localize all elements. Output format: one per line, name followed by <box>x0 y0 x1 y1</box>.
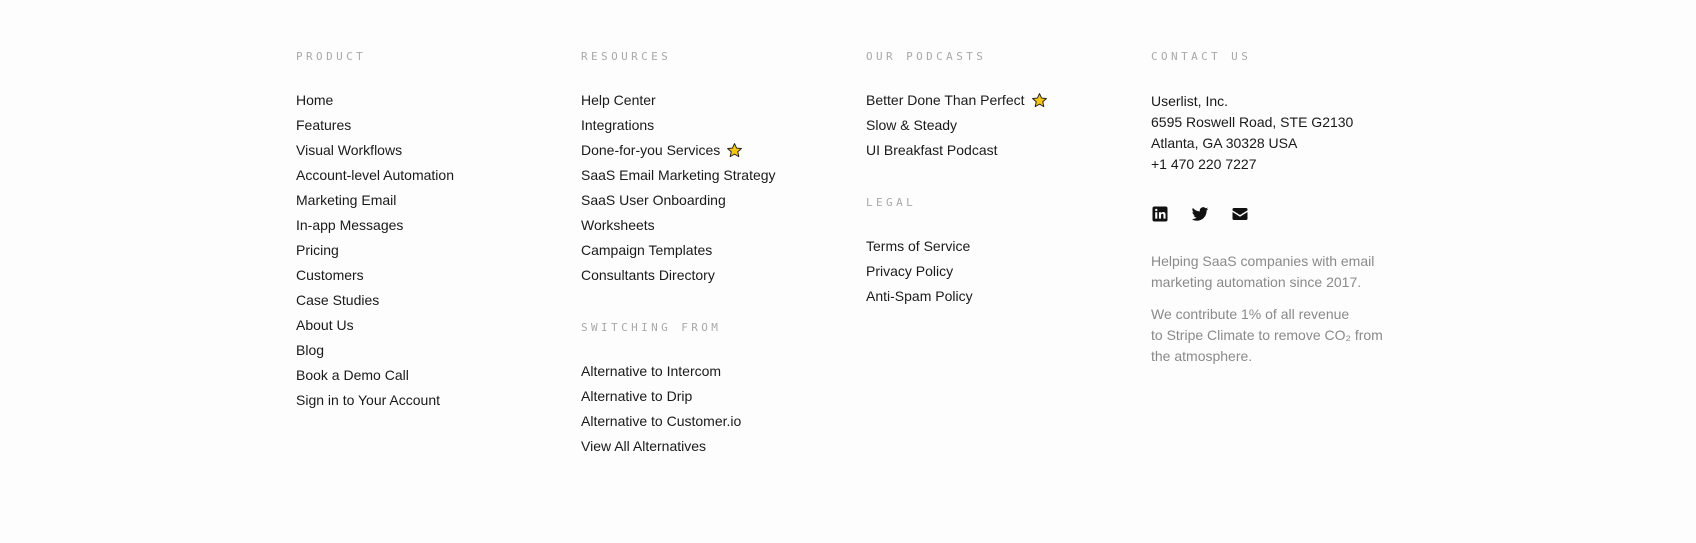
list-item: Case Studies <box>296 291 556 316</box>
footer-link-alt-customerio[interactable]: Alternative to Customer.io <box>581 412 741 430</box>
list-item: Sign in to Your Account <box>296 391 556 416</box>
resources-heading: RESOURCES <box>581 50 672 63</box>
footer-link-pricing[interactable]: Pricing <box>296 241 339 259</box>
resources-column: RESOURCES Help Center Integrations Done-… <box>581 50 841 462</box>
contact-heading: CONTACT US <box>1151 50 1252 63</box>
climate-line: to Stripe Climate to remove CO₂ from <box>1151 327 1383 343</box>
legal-heading: LEGAL <box>866 196 917 209</box>
product-links: Home Features Visual Workflows Account-l… <box>296 91 556 416</box>
mission-line: marketing automation since 2017. <box>1151 274 1362 290</box>
list-item: Campaign Templates <box>581 241 841 266</box>
footer-link-about-us[interactable]: About Us <box>296 316 354 334</box>
footer-link-integrations[interactable]: Integrations <box>581 116 654 134</box>
climate-line: the atmosphere. <box>1151 348 1253 364</box>
list-item: Marketing Email <box>296 191 556 216</box>
mission-text: Helping SaaS companies with email market… <box>1151 251 1411 293</box>
list-item: SaaS Email Marketing Strategy <box>581 166 841 191</box>
list-item: Home <box>296 91 556 116</box>
footer-link-visual-workflows[interactable]: Visual Workflows <box>296 141 402 159</box>
list-item: In-app Messages <box>296 216 556 241</box>
list-item: UI Breakfast Podcast <box>866 141 1126 166</box>
social-links <box>1151 204 1411 224</box>
list-item: Slow & Steady <box>866 116 1126 141</box>
footer-link-label: Done-for-you Services <box>581 142 721 158</box>
footer-link-customers[interactable]: Customers <box>296 266 364 284</box>
list-item: Worksheets <box>581 216 841 241</box>
email-icon[interactable] <box>1231 205 1249 223</box>
list-item: Consultants Directory <box>581 266 841 291</box>
list-item: Blog <box>296 341 556 366</box>
switching-heading: SWITCHING FROM <box>581 321 722 334</box>
contact-column: CONTACT US Userlist, Inc. 6595 Roswell R… <box>1151 50 1411 367</box>
footer-link-terms[interactable]: Terms of Service <box>866 237 970 255</box>
footer-link-consultants-directory[interactable]: Consultants Directory <box>581 266 715 284</box>
list-item: SaaS User Onboarding <box>581 191 841 216</box>
footer-link-better-done-than-perfect[interactable]: Better Done Than Perfect <box>866 91 1048 109</box>
climate-line: We contribute 1% of all revenue <box>1151 306 1350 322</box>
list-item: Alternative to Drip <box>581 387 841 412</box>
footer-link-features[interactable]: Features <box>296 116 351 134</box>
podcasts-column: OUR PODCASTS Better Done Than Perfect Sl… <box>866 50 1126 312</box>
footer-link-anti-spam[interactable]: Anti-Spam Policy <box>866 287 973 305</box>
footer-link-sign-in[interactable]: Sign in to Your Account <box>296 391 440 409</box>
list-item: Features <box>296 116 556 141</box>
list-item: Visual Workflows <box>296 141 556 166</box>
list-item: Terms of Service <box>866 237 1126 262</box>
list-item: Account-level Automation <box>296 166 556 191</box>
footer-link-case-studies[interactable]: Case Studies <box>296 291 379 309</box>
footer-link-saas-email-marketing-strategy[interactable]: SaaS Email Marketing Strategy <box>581 166 776 184</box>
footer-link-view-all-alternatives[interactable]: View All Alternatives <box>581 437 706 455</box>
switching-links: Alternative to Intercom Alternative to D… <box>581 362 841 462</box>
resources-links: Help Center Integrations Done-for-you Se… <box>581 91 841 291</box>
list-item: Better Done Than Perfect <box>866 91 1126 116</box>
product-column: PRODUCT Home Features Visual Workflows A… <box>296 50 556 416</box>
footer-link-alt-intercom[interactable]: Alternative to Intercom <box>581 362 721 380</box>
list-item: Privacy Policy <box>866 262 1126 287</box>
twitter-icon[interactable] <box>1191 205 1209 223</box>
footer-link-campaign-templates[interactable]: Campaign Templates <box>581 241 712 259</box>
footer-link-home[interactable]: Home <box>296 91 333 109</box>
city-state-zip: Atlanta, GA 30328 USA <box>1151 135 1298 151</box>
footer-link-saas-user-onboarding[interactable]: SaaS User Onboarding <box>581 191 726 209</box>
phone-number[interactable]: +1 470 220 7227 <box>1151 154 1411 175</box>
footer-link-label: Better Done Than Perfect <box>866 92 1025 108</box>
footer-link-alt-drip[interactable]: Alternative to Drip <box>581 387 692 405</box>
list-item: Alternative to Customer.io <box>581 412 841 437</box>
company-name: Userlist, Inc. <box>1151 93 1229 109</box>
footer-link-blog[interactable]: Blog <box>296 341 324 359</box>
footer-link-privacy[interactable]: Privacy Policy <box>866 262 953 280</box>
footer-link-slow-and-steady[interactable]: Slow & Steady <box>866 116 957 134</box>
footer-link-book-demo[interactable]: Book a Demo Call <box>296 366 409 384</box>
list-item: Pricing <box>296 241 556 266</box>
street-address: 6595 Roswell Road, STE G2130 <box>1151 114 1354 130</box>
mission-line: Helping SaaS companies with email <box>1151 253 1375 269</box>
footer-link-help-center[interactable]: Help Center <box>581 91 656 109</box>
linkedin-icon[interactable] <box>1151 205 1169 223</box>
footer-link-done-for-you-services[interactable]: Done-for-you Services <box>581 141 743 159</box>
star-icon <box>727 142 743 157</box>
list-item: Integrations <box>581 116 841 141</box>
legal-links: Terms of Service Privacy Policy Anti-Spa… <box>866 237 1126 312</box>
star-icon <box>1031 92 1047 107</box>
list-item: Alternative to Intercom <box>581 362 841 387</box>
podcasts-heading: OUR PODCASTS <box>866 50 987 63</box>
podcasts-links: Better Done Than Perfect Slow & Steady U… <box>866 91 1126 166</box>
list-item: Customers <box>296 266 556 291</box>
footer-link-worksheets[interactable]: Worksheets <box>581 216 655 234</box>
company-address: Userlist, Inc. 6595 Roswell Road, STE G2… <box>1151 91 1411 175</box>
list-item: About Us <box>296 316 556 341</box>
climate-text: We contribute 1% of all revenue to Strip… <box>1151 304 1411 367</box>
list-item: Done-for-you Services <box>581 141 841 166</box>
list-item: Anti-Spam Policy <box>866 287 1126 312</box>
footer-link-marketing-email[interactable]: Marketing Email <box>296 191 396 209</box>
list-item: Help Center <box>581 91 841 116</box>
site-footer: PRODUCT Home Features Visual Workflows A… <box>0 0 1696 543</box>
footer-link-in-app-messages[interactable]: In-app Messages <box>296 216 403 234</box>
footer-link-ui-breakfast[interactable]: UI Breakfast Podcast <box>866 141 998 159</box>
list-item: Book a Demo Call <box>296 366 556 391</box>
list-item: View All Alternatives <box>581 437 841 462</box>
footer-link-account-level-automation[interactable]: Account-level Automation <box>296 166 454 184</box>
product-heading: PRODUCT <box>296 50 367 63</box>
